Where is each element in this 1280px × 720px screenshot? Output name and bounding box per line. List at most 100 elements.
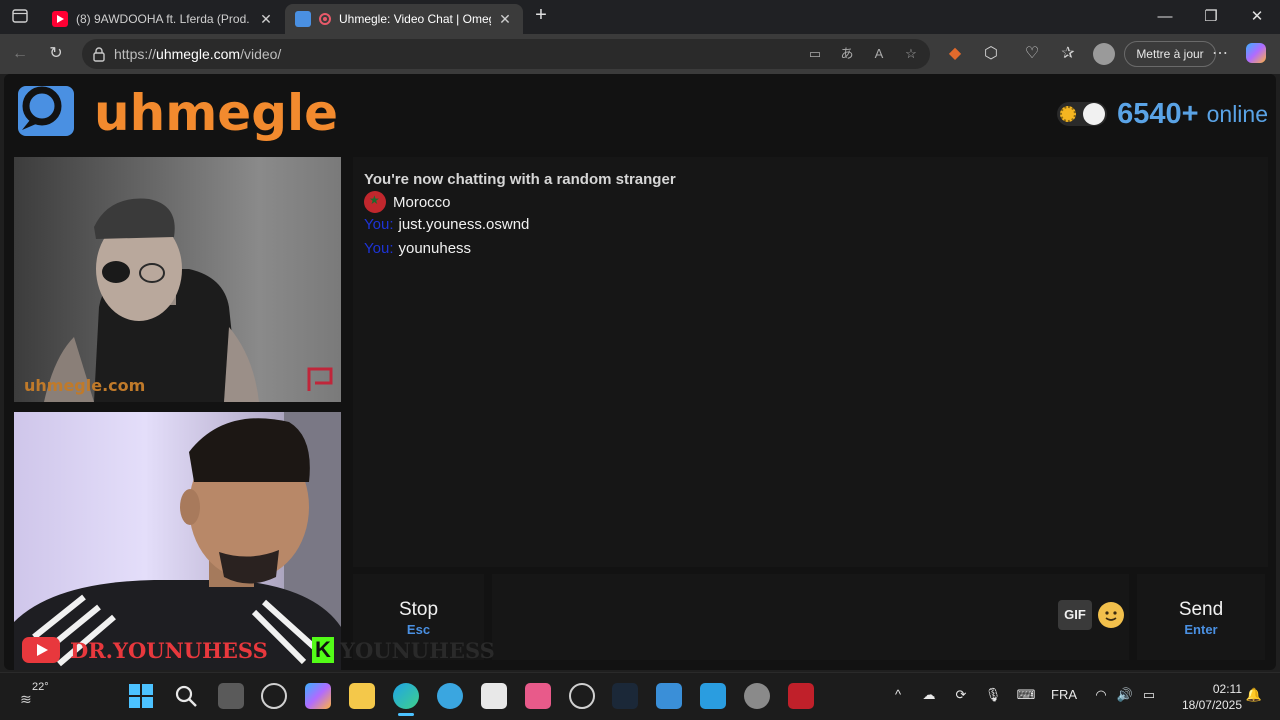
microphone-icon[interactable]: 🎙 bbox=[983, 687, 1003, 703]
minimize-button[interactable]: — bbox=[1145, 6, 1185, 28]
self-video-frame bbox=[14, 412, 341, 670]
chat-status: You're now chatting with a random strang… bbox=[364, 171, 676, 188]
obs-studio-icon[interactable] bbox=[569, 683, 595, 709]
chat-message: You: younuhess bbox=[364, 240, 471, 257]
new-tab-button[interactable]: + bbox=[530, 5, 552, 27]
recording-icon bbox=[319, 13, 331, 25]
message-input[interactable]: GIF bbox=[492, 574, 1129, 660]
toggle-knob bbox=[1083, 103, 1106, 125]
performance-icon[interactable]: ♡ bbox=[1021, 43, 1043, 65]
close-window-button[interactable]: ✕ bbox=[1237, 6, 1277, 28]
restore-button[interactable]: ❐ bbox=[1191, 6, 1231, 28]
update-button[interactable]: Mettre à jour bbox=[1124, 41, 1216, 67]
edge-icon[interactable] bbox=[393, 683, 419, 709]
chat-log: You're now chatting with a random strang… bbox=[353, 157, 1268, 567]
edge-beta-icon[interactable] bbox=[437, 683, 463, 709]
steam-icon[interactable] bbox=[612, 683, 638, 709]
start-menu-icon[interactable] bbox=[128, 683, 154, 709]
temperature: 22° bbox=[32, 681, 49, 693]
keyboard-icon[interactable]: ⌨ bbox=[1014, 687, 1038, 703]
tab-uhmegle[interactable]: Uhmegle: Video Chat | Omeg ✕ bbox=[285, 4, 523, 34]
file-explorer-icon[interactable] bbox=[349, 683, 375, 709]
network-app-icon[interactable] bbox=[700, 683, 726, 709]
metamask-extension-icon[interactable]: ◆ bbox=[944, 43, 966, 65]
theme-toggle[interactable] bbox=[1057, 102, 1108, 126]
gif-button[interactable]: GIF bbox=[1058, 600, 1092, 630]
send-label: Send bbox=[1178, 599, 1224, 620]
message-text: just.youness.oswnd bbox=[398, 216, 530, 233]
youtube-channel-overlay: DR.YOUNUHESS bbox=[22, 637, 268, 663]
kick-channel-name: YOUNUHESS bbox=[340, 637, 495, 663]
report-flag-icon[interactable] bbox=[305, 365, 335, 393]
system-clock[interactable]: 02:11 18/07/2025 bbox=[1170, 681, 1242, 713]
uhmegle-page: uhmegle 6540+ online uhmegle.com You're … bbox=[4, 74, 1276, 670]
settings-icon[interactable] bbox=[744, 683, 770, 709]
sync-icon[interactable]: ⟳ bbox=[950, 687, 972, 703]
clock-time: 02:11 bbox=[1212, 682, 1242, 696]
self-video bbox=[14, 412, 341, 670]
extensions-icon[interactable]: ⬡ bbox=[980, 43, 1002, 65]
kick-logo-icon: K bbox=[312, 637, 334, 663]
volume-icon[interactable]: 🔊 bbox=[1114, 687, 1136, 703]
site-info-icon[interactable] bbox=[92, 46, 106, 62]
youtube-icon bbox=[52, 11, 68, 27]
browser-toolbar: ← ↻ https://uhmegle.com/video/ ▭ あ A ☆ ◆… bbox=[0, 34, 1280, 74]
favorites-icon[interactable]: ✰ bbox=[1057, 43, 1079, 65]
camera-icon[interactable]: ▭ bbox=[804, 43, 826, 65]
read-aloud-icon[interactable]: A bbox=[868, 43, 890, 65]
obs-icon[interactable] bbox=[261, 683, 287, 709]
address-bar[interactable]: https://uhmegle.com/video/ ▭ あ A ☆ bbox=[82, 39, 930, 69]
uhmegle-icon bbox=[295, 11, 311, 27]
microsoft-store-icon[interactable] bbox=[481, 683, 507, 709]
favorite-star-icon[interactable]: ☆ bbox=[900, 43, 922, 65]
translate-icon[interactable]: あ bbox=[836, 43, 858, 65]
logo-text: uhmegle bbox=[94, 84, 339, 142]
task-view-icon[interactable] bbox=[218, 683, 244, 709]
youtube-logo-icon bbox=[22, 637, 60, 663]
close-tab-icon[interactable]: ✕ bbox=[258, 11, 274, 28]
show-hidden-icons[interactable]: ^ bbox=[888, 687, 908, 702]
back-arrow-icon[interactable]: ← bbox=[9, 43, 31, 65]
stranger-country: Morocco bbox=[364, 191, 451, 213]
photos-app-icon[interactable] bbox=[525, 683, 551, 709]
more-menu-icon[interactable]: ⋯ bbox=[1209, 43, 1231, 65]
refresh-icon[interactable]: ↻ bbox=[45, 43, 67, 65]
windows-taskbar: 22° ≋ ^ ☁ ⟳ 🎙 ⌨ FRA ◠ 🔊 ▭ 02:11 18/07/20… bbox=[0, 672, 1280, 720]
online-label: online bbox=[1206, 100, 1268, 127]
message-sender: You: bbox=[364, 240, 394, 257]
send-shortcut: Enter bbox=[1184, 622, 1218, 637]
send-button[interactable]: Send Enter bbox=[1137, 574, 1265, 660]
onedrive-icon[interactable]: ☁ bbox=[918, 687, 940, 703]
notifications-icon[interactable]: 🔔 bbox=[1244, 687, 1264, 703]
country-name: Morocco bbox=[393, 193, 451, 211]
stop-label: Stop bbox=[398, 599, 439, 620]
close-tab-icon[interactable]: ✕ bbox=[497, 11, 513, 28]
copilot-icon[interactable] bbox=[1246, 43, 1268, 65]
among-us-icon[interactable] bbox=[788, 683, 814, 709]
morocco-flag-icon bbox=[364, 191, 386, 213]
tab-youtube[interactable]: (8) 9AWDOOHA ft. Lferda (Prod. b ✕ bbox=[42, 4, 284, 34]
tab-title: Uhmegle: Video Chat | Omeg bbox=[339, 12, 491, 26]
search-icon[interactable] bbox=[173, 683, 199, 709]
tab-actions-icon[interactable] bbox=[12, 9, 28, 23]
stranger-video-frame bbox=[44, 198, 259, 402]
uhmegle-logo[interactable]: uhmegle bbox=[16, 80, 338, 142]
browser-tab-bar: (8) 9AWDOOHA ft. Lferda (Prod. b ✕ Uhmeg… bbox=[0, 0, 1280, 34]
online-count: 6540+ bbox=[1117, 97, 1199, 130]
image-app-icon[interactable] bbox=[656, 683, 682, 709]
stranger-video: uhmegle.com bbox=[14, 157, 341, 402]
wifi-icon[interactable]: ◠ bbox=[1090, 687, 1112, 703]
weather-icon: ≋ bbox=[20, 691, 32, 707]
uhmegle-logo-icon bbox=[18, 86, 74, 136]
tab-title: (8) 9AWDOOHA ft. Lferda (Prod. b bbox=[76, 12, 252, 26]
emoji-icon[interactable] bbox=[1098, 602, 1124, 628]
sun-icon bbox=[1060, 106, 1077, 122]
message-sender: You: bbox=[364, 216, 394, 233]
url-text[interactable]: https://uhmegle.com/video/ bbox=[114, 46, 281, 62]
weather-widget[interactable]: 22° ≋ bbox=[20, 681, 49, 708]
copilot-app-icon[interactable] bbox=[305, 683, 331, 709]
online-indicator: 6540+ online bbox=[1057, 94, 1268, 134]
profile-avatar-icon[interactable] bbox=[1093, 43, 1115, 65]
input-language[interactable]: FRA bbox=[1048, 687, 1080, 702]
battery-icon[interactable]: ▭ bbox=[1138, 687, 1160, 703]
